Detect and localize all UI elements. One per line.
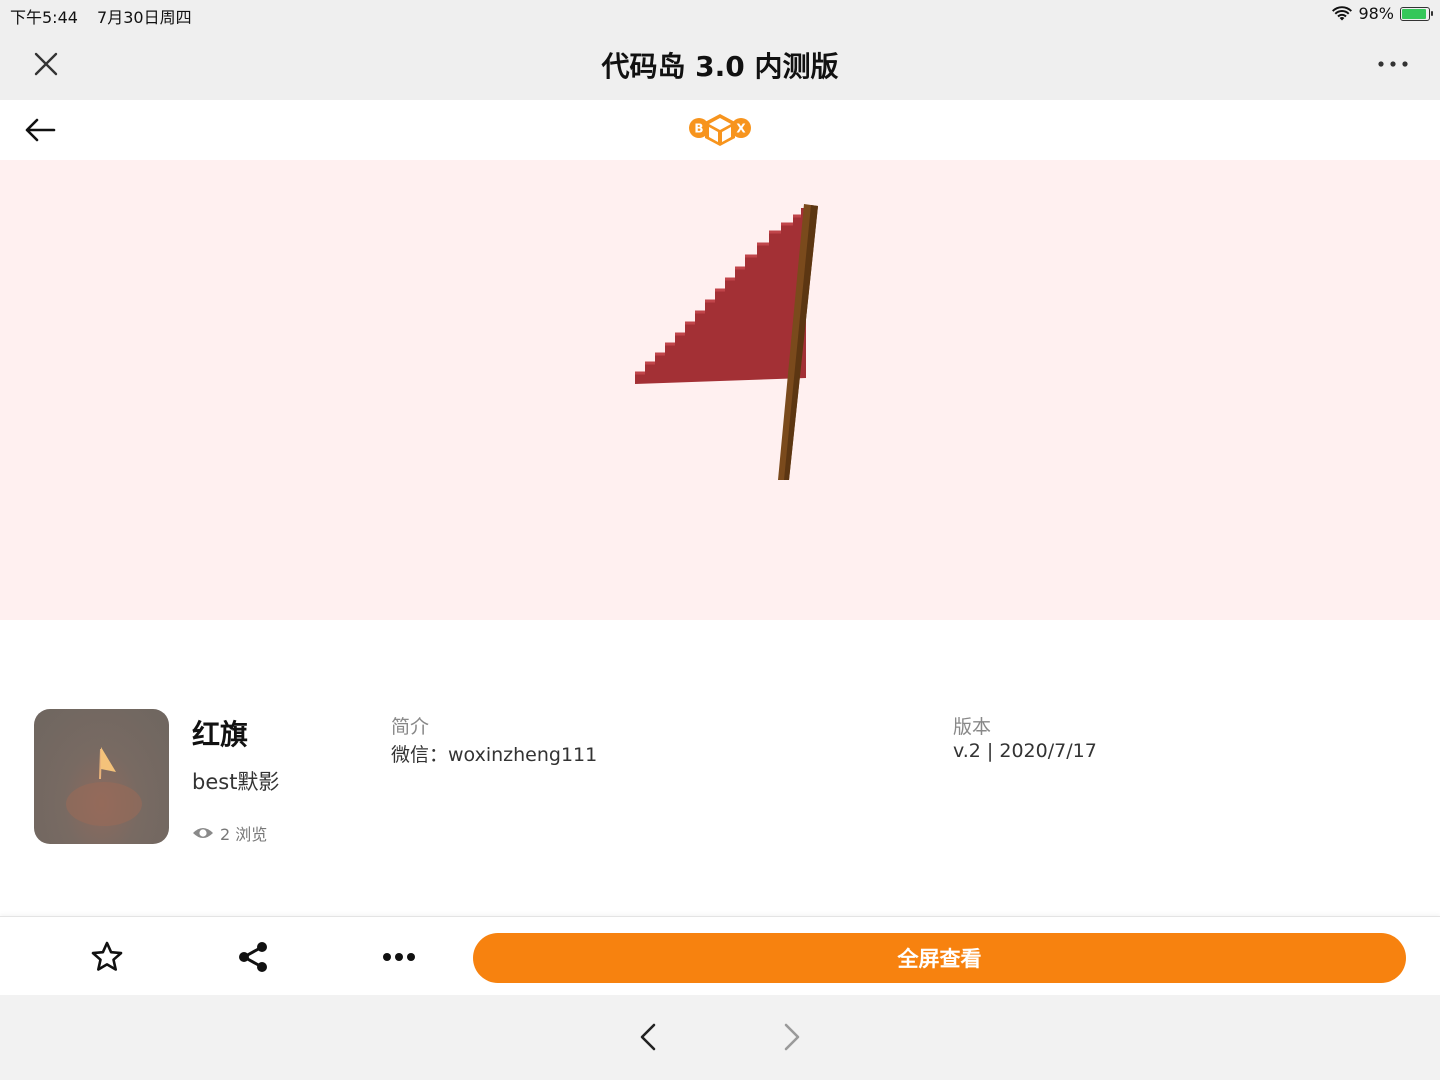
intro-text: 微信：woxinzheng111: [391, 744, 598, 766]
browser-forward-icon[interactable]: [775, 1021, 807, 1053]
action-bar: 全屏查看: [0, 916, 1440, 996]
battery-percent: 98%: [1358, 4, 1394, 23]
view-count: 2 浏览: [192, 821, 267, 845]
status-time: 下午5:44: [10, 8, 78, 27]
fullscreen-view-button[interactable]: 全屏查看: [473, 933, 1406, 983]
view-count-label: 2 浏览: [220, 825, 268, 844]
browser-nav-bar: [0, 995, 1440, 1080]
star-icon[interactable]: [89, 939, 125, 975]
back-arrow-icon[interactable]: [22, 112, 58, 148]
browser-back-icon[interactable]: [633, 1021, 665, 1053]
project-title: 红旗: [192, 718, 249, 751]
box3-logo: B X: [686, 110, 754, 150]
page-title: 代码岛 3.0 内测版: [601, 50, 839, 83]
version-label: 版本: [953, 716, 992, 738]
app-nav-bar: B X: [0, 100, 1440, 160]
model-viewer[interactable]: [0, 160, 1440, 620]
project-thumbnail[interactable]: [34, 709, 169, 844]
share-icon[interactable]: [235, 939, 271, 975]
more-options-icon[interactable]: [1376, 48, 1410, 80]
wifi-icon: [1332, 5, 1353, 20]
project-info: 红旗 best默影 2 浏览 简介 微信：woxinzheng111 版本 v.…: [0, 620, 1440, 916]
intro-label: 简介: [391, 716, 430, 738]
logo-letter-x: X: [736, 122, 746, 136]
red-flag-model: [635, 204, 818, 480]
author-name[interactable]: best默影: [192, 766, 279, 796]
status-bar: 下午5:44 7月30日周四 98%: [0, 0, 1440, 28]
flag-cloth: [635, 208, 806, 384]
logo-letter-b: B: [694, 122, 703, 136]
battery-icon: [1400, 6, 1433, 21]
version-text: v.2 | 2020/7/17: [953, 740, 1097, 762]
more-icon[interactable]: [381, 939, 417, 975]
eye-icon: [193, 828, 213, 838]
status-date: 7月30日周四: [97, 8, 192, 27]
title-bar: 代码岛 3.0 内测版: [0, 28, 1440, 101]
